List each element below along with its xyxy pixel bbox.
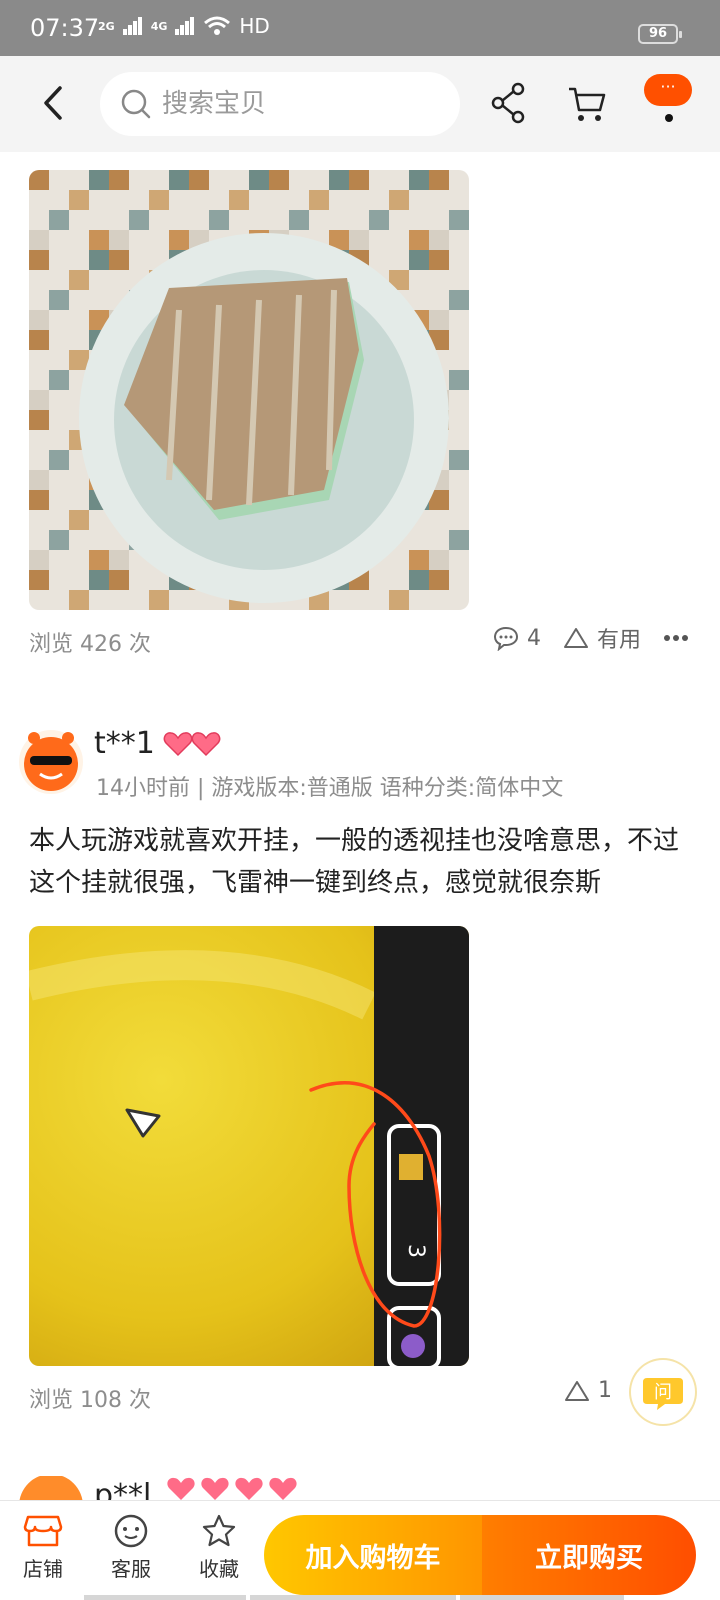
more-dots-icon[interactable] (663, 633, 689, 643)
tab-service-label: 客服 (111, 1557, 151, 1581)
customer-service-icon (114, 1514, 148, 1548)
review-2-meta: 14小时前 | 游戏版本:普通版 语种分类:简体中文 (96, 776, 564, 801)
network-2g-label: 2G (98, 19, 115, 33)
useful-triangle-icon (563, 628, 588, 648)
comment-icon (493, 626, 518, 651)
review-2-text: 本人玩游戏就喜欢开挂，一般的透视挂也没啥意思，不过这个挂就很强，飞雷神一键到终点… (29, 826, 680, 898)
username: p**l (94, 1478, 152, 1500)
game-screenshot: 3 (29, 926, 469, 1366)
notification-dot (665, 114, 673, 122)
useful-triangle-icon (565, 1380, 589, 1401)
username: t**1 (94, 726, 155, 761)
cart-icon[interactable] (566, 80, 608, 126)
heart-level-icon (191, 731, 221, 756)
heart-level-icon (167, 1477, 297, 1500)
useful-label: 有用 (596, 628, 641, 653)
gesture-indicator (460, 1595, 624, 1600)
star-icon (202, 1514, 236, 1547)
top-nav: 搜索宝贝 ··· (0, 56, 720, 152)
review-1-actions: 4 有用 (493, 622, 689, 654)
review-photo-cake[interactable] (29, 170, 469, 610)
heart-level-icon (163, 731, 193, 756)
review-2-user: t**1 (94, 726, 221, 761)
avatar[interactable] (16, 726, 86, 796)
battery-icon: 96 (638, 24, 682, 44)
share-icon[interactable] (488, 80, 528, 126)
add-to-cart-button[interactable]: 加入购物车 (264, 1515, 482, 1595)
wifi-icon (204, 16, 231, 35)
review-1-meta: 浏览 426 次 4 有用 (29, 622, 689, 658)
signal-icon (122, 17, 143, 35)
more-menu-button[interactable]: ··· (644, 74, 692, 106)
tab-customer-service[interactable]: 客服 (96, 1513, 166, 1582)
review-3-header: p**l (16, 1476, 696, 1500)
status-time: 07:37 (30, 14, 100, 42)
tab-store[interactable]: 店铺 (8, 1513, 78, 1582)
useful-count: 1 (598, 1378, 612, 1403)
status-bar: 07:37 2G 4G HD 96 (0, 0, 720, 56)
review-2-actions: 1 (564, 1378, 612, 1403)
gesture-indicator (250, 1595, 456, 1600)
ask-bubble-icon: 问 (643, 1378, 683, 1410)
bottom-action-bar: 店铺 客服 收藏 加入购物车 立即购买 (0, 1500, 720, 1600)
store-icon (23, 1515, 63, 1547)
review-2-meta-row: 浏览 108 次 1 (29, 1378, 689, 1414)
tab-favorite-label: 收藏 (199, 1557, 239, 1581)
views-count: 浏览 108 次 (29, 1388, 151, 1413)
views-count: 浏览 426 次 (29, 632, 151, 657)
review-2-header: t**1 14小时前 | 游戏版本:普通版 语种分类:简体中文 (16, 726, 696, 806)
comment-button[interactable]: 4 (493, 625, 541, 651)
cake-photo (29, 170, 469, 610)
signal-icon (175, 17, 195, 35)
back-icon[interactable] (30, 78, 80, 128)
useful-button[interactable]: 1 (564, 1378, 612, 1403)
tab-store-label: 店铺 (23, 1557, 63, 1581)
review-photo-game[interactable]: 3 (29, 926, 469, 1366)
ask-label: 问 (654, 1382, 672, 1403)
network-4g-label: 4G (150, 19, 168, 33)
search-placeholder: 搜索宝贝 (162, 89, 267, 119)
comment-count: 4 (526, 625, 541, 651)
gesture-indicator (84, 1595, 246, 1600)
avatar[interactable] (16, 1476, 86, 1500)
buy-now-button[interactable]: 立即购买 (482, 1515, 696, 1595)
tab-favorite[interactable]: 收藏 (184, 1513, 254, 1582)
hd-label: HD (239, 14, 270, 38)
search-input[interactable]: 搜索宝贝 (100, 72, 460, 136)
search-icon (121, 89, 151, 119)
game-number: 3 (403, 1244, 428, 1258)
ask-question-button[interactable]: 问 (631, 1360, 695, 1424)
useful-button[interactable]: 有用 (563, 622, 641, 654)
status-icons: 2G 4G HD (98, 14, 270, 38)
